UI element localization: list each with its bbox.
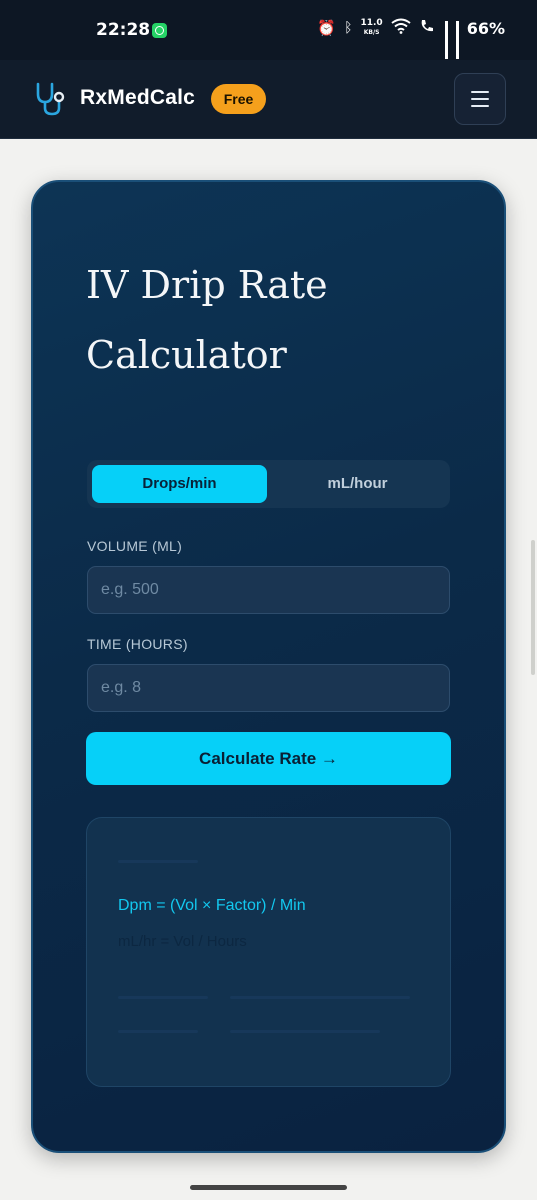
result-placeholder-line (118, 996, 208, 999)
time-label: TIME (HOURS) (87, 636, 188, 652)
net-speed-unit: KB/S (363, 29, 380, 36)
whatsapp-icon (152, 23, 167, 38)
result-panel (86, 817, 451, 1087)
brand-name[interactable]: RxMedCalc (80, 86, 195, 110)
scrollbar[interactable] (531, 540, 535, 675)
signal-icon-2 (455, 21, 459, 59)
signal-icon-1 (444, 21, 448, 59)
net-speed-value: 11.0 (360, 18, 383, 28)
stethoscope-icon[interactable] (32, 80, 70, 123)
title-line-2: Calculator (86, 333, 287, 377)
volume-label: VOLUME (ML) (87, 538, 183, 554)
menu-button[interactable] (454, 73, 506, 125)
alarm-icon: ⏰ (317, 19, 337, 37)
menu-icon (471, 91, 489, 93)
battery-level: 66% (466, 18, 505, 38)
tab-drops-per-min[interactable]: Drops/min (92, 465, 267, 503)
calculate-rate-button[interactable]: Calculate Rate → (86, 732, 451, 785)
bluetooth-icon: ᛒ (344, 20, 353, 36)
formula-ml-per-hour: mL/hr = Vol / Hours (118, 933, 247, 950)
formula-drops-per-min: Dpm = (Vol × Factor) / Min (118, 897, 306, 914)
result-heading-placeholder (118, 860, 198, 863)
tab-ml-per-hour[interactable]: mL/hour (270, 465, 445, 503)
mode-tabs: Drops/min mL/hour (87, 460, 450, 508)
home-indicator[interactable] (190, 1185, 347, 1190)
call-icon (419, 18, 437, 38)
net-speed: 11.0 KB/S (360, 19, 382, 37)
wifi-icon (391, 18, 411, 38)
volume-input[interactable] (87, 566, 450, 614)
result-placeholder-line (230, 996, 410, 999)
title-line-1: IV Drip Rate (86, 263, 328, 307)
time-input[interactable] (87, 664, 450, 712)
result-placeholder-line (118, 1030, 198, 1033)
page-title: IV Drip Rate Calculator (86, 250, 466, 390)
status-time: 22:28 (96, 20, 151, 40)
free-badge: Free (211, 84, 266, 114)
status-icons: ⏰ ᛒ 11.0 KB/S 66% (317, 18, 505, 59)
result-placeholder-line (230, 1030, 380, 1033)
status-bar: 22:28 ⏰ ᛒ 11.0 KB/S 66% (0, 0, 537, 60)
